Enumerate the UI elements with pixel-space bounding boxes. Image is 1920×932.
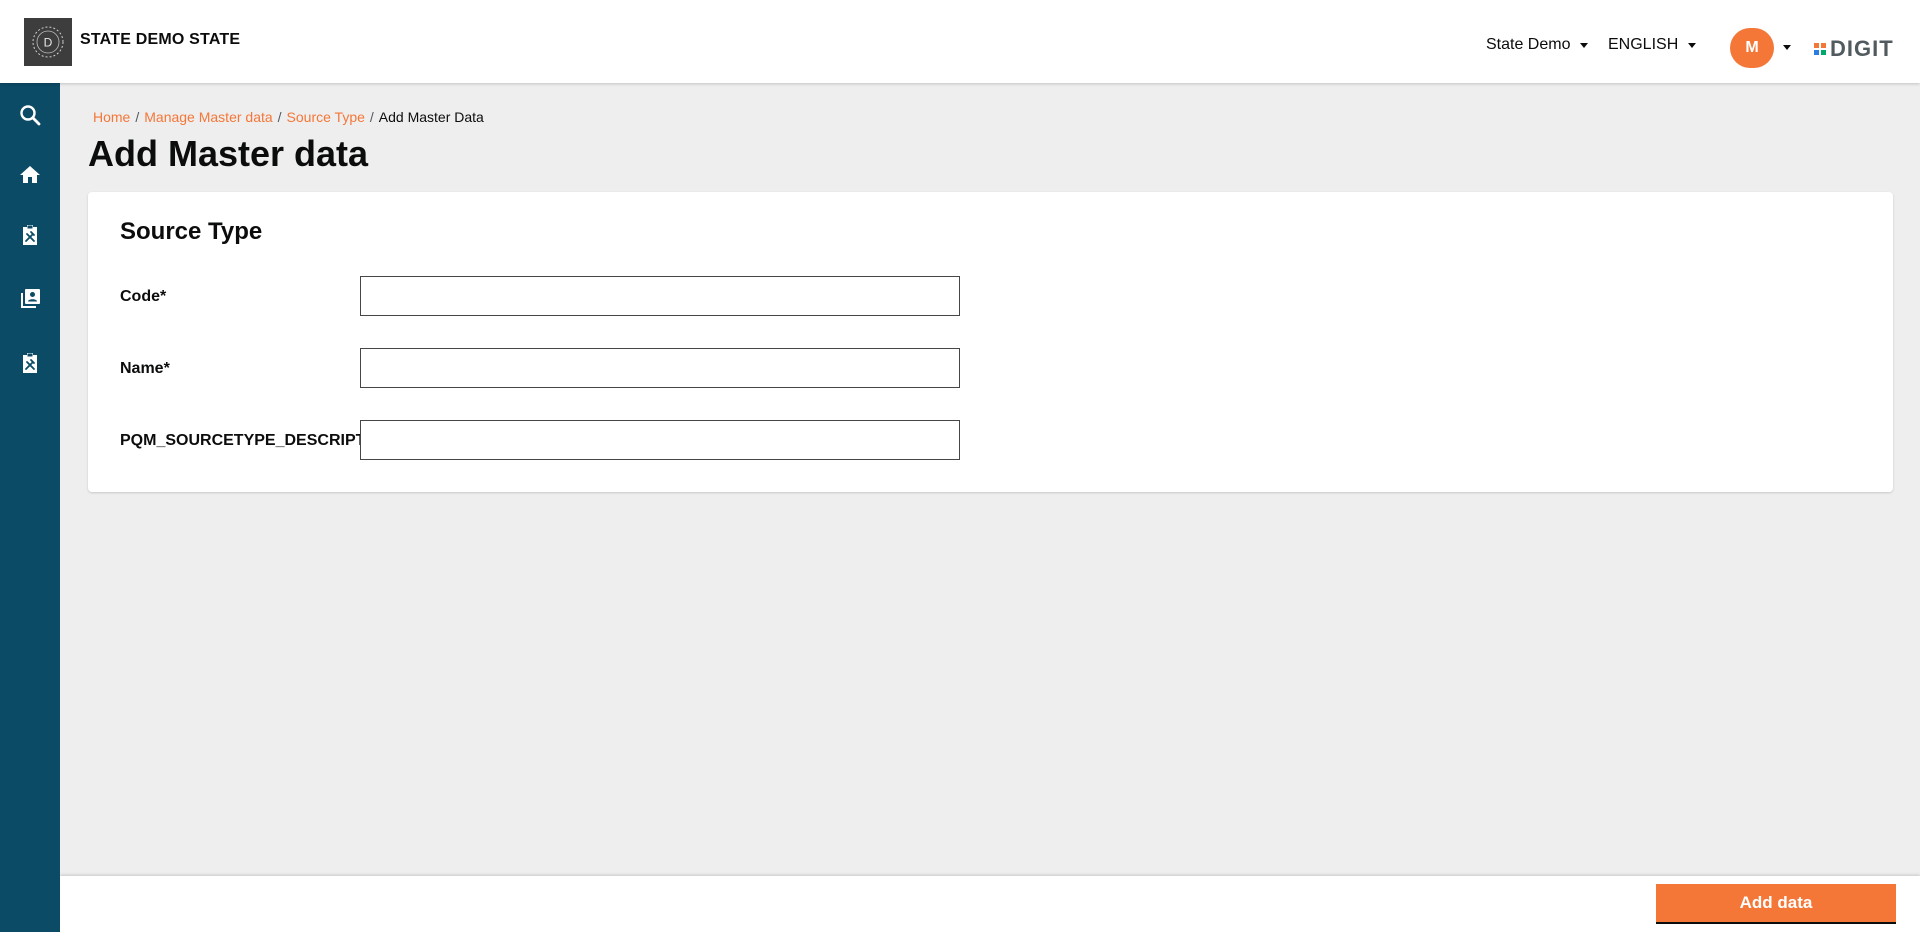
breadcrumb-home-link[interactable]: Home <box>93 109 130 125</box>
breadcrumb-separator: / <box>277 109 282 125</box>
page-title: Add Master data <box>88 133 369 174</box>
name-label: Name* <box>120 360 170 377</box>
digit-logo-icon <box>1814 43 1826 55</box>
contacts-book-icon[interactable] <box>18 287 42 311</box>
home-icon[interactable] <box>18 163 42 187</box>
user-avatar[interactable]: M <box>1730 28 1774 68</box>
breadcrumb-source-type-link[interactable]: Source Type <box>287 109 365 125</box>
city-dropdown[interactable]: State Demo <box>1486 36 1589 54</box>
description-label: PQM_SOURCETYPE_DESCRIPTION <box>120 432 394 449</box>
sidebar <box>0 83 60 932</box>
chevron-down-icon[interactable] <box>1783 45 1791 50</box>
state-logo[interactable]: D <box>24 18 72 66</box>
description-field-row: PQM_SOURCETYPE_DESCRIPTION <box>120 420 1020 460</box>
city-dropdown-label: State Demo <box>1486 36 1571 53</box>
form-card: Source Type Code* Name* PQM_SOURCETYPE_D… <box>88 192 1893 492</box>
search-icon[interactable] <box>18 103 42 127</box>
breadcrumb-manage-master-data-link[interactable]: Manage Master data <box>144 109 272 125</box>
add-data-button[interactable]: Add data <box>1656 884 1896 924</box>
tools-icon[interactable] <box>18 223 42 247</box>
digit-logo: DIGIT <box>1814 36 1894 62</box>
digit-logo-text: DIGIT <box>1830 36 1894 61</box>
code-label: Code* <box>120 288 167 305</box>
breadcrumb: Home / Manage Master data / Source Type … <box>93 109 484 125</box>
top-header: D STATE DEMO STATE State Demo ENGLISH M … <box>0 0 1920 83</box>
name-input[interactable] <box>360 348 960 388</box>
logo-letter: D <box>44 36 53 50</box>
section-title: Source Type <box>120 218 263 245</box>
name-field-row: Name* <box>120 348 1020 388</box>
action-bar: Add data <box>60 876 1920 932</box>
chevron-down-icon <box>1580 42 1589 48</box>
state-name: STATE DEMO STATE <box>80 31 241 48</box>
main-content: Home / Manage Master data / Source Type … <box>60 83 1920 932</box>
breadcrumb-separator: / <box>135 109 140 125</box>
breadcrumb-current: Add Master Data <box>378 109 484 125</box>
description-input[interactable] <box>360 420 960 460</box>
code-field-row: Code* <box>120 276 1020 316</box>
language-dropdown[interactable]: ENGLISH <box>1608 36 1697 54</box>
code-input[interactable] <box>360 276 960 316</box>
language-dropdown-label: ENGLISH <box>1608 36 1679 53</box>
state-emblem-icon: D <box>32 26 64 58</box>
chevron-down-icon <box>1688 42 1697 48</box>
tools-icon[interactable] <box>18 351 42 375</box>
breadcrumb-separator: / <box>369 109 374 125</box>
